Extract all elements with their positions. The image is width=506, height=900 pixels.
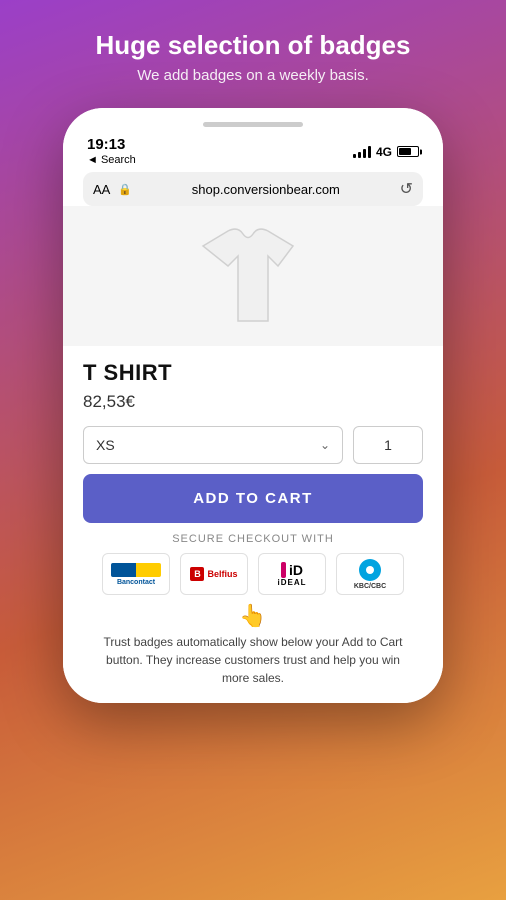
size-selector[interactable]: XS ⌄ bbox=[83, 426, 343, 464]
url-aa-label: AA bbox=[93, 182, 110, 197]
status-right: 4G bbox=[353, 145, 419, 159]
bancontact-logo: Bancontact bbox=[102, 553, 170, 595]
signal-bars-icon bbox=[353, 146, 371, 158]
status-bar: 19:13 ◄ Search 4G bbox=[83, 137, 423, 166]
lock-icon: 🔒 bbox=[118, 183, 132, 196]
ideal-d-letter: iD bbox=[289, 563, 303, 577]
network-type: 4G bbox=[376, 145, 392, 159]
kbc-circle-icon bbox=[359, 559, 381, 581]
belfius-logo: B Belfius bbox=[180, 553, 248, 595]
ideal-brand: iD iDEAL bbox=[278, 562, 307, 587]
header-title: Huge selection of badges bbox=[96, 30, 411, 61]
reload-icon[interactable]: ↺ bbox=[400, 179, 413, 199]
trust-emoji: 👆 bbox=[93, 603, 413, 629]
header-section: Huge selection of badges We add badges o… bbox=[76, 30, 431, 84]
belfius-b-letter: B bbox=[194, 569, 201, 579]
quantity-input[interactable]: 1 bbox=[353, 426, 423, 464]
ideal-top: iD bbox=[281, 562, 303, 578]
payment-logos: Bancontact B Belfius bbox=[83, 553, 423, 595]
belfius-brand: B Belfius bbox=[190, 567, 237, 581]
phone-bezel-top: 19:13 ◄ Search 4G AA 🔒 shop.conversio bbox=[63, 108, 443, 206]
kbc-logo: KBC/CBC bbox=[336, 553, 404, 595]
size-value: XS bbox=[96, 437, 115, 453]
ideal-stripe bbox=[281, 562, 286, 578]
bancontact-text: Bancontact bbox=[117, 579, 155, 586]
url-bar[interactable]: AA 🔒 shop.conversionbear.com ↺ bbox=[83, 172, 423, 206]
status-left: 19:13 ◄ Search bbox=[87, 137, 136, 166]
tshirt-image bbox=[193, 216, 313, 336]
url-text: shop.conversionbear.com bbox=[136, 182, 396, 197]
status-time: 19:13 bbox=[87, 137, 125, 152]
ideal-logo: iD iDEAL bbox=[258, 553, 326, 595]
battery-icon bbox=[397, 146, 419, 157]
options-row: XS ⌄ 1 bbox=[83, 426, 423, 464]
bancontact-brand: Bancontact bbox=[111, 563, 161, 586]
add-to-cart-button[interactable]: ADD TO CART bbox=[83, 474, 423, 523]
chevron-down-icon: ⌄ bbox=[320, 438, 330, 452]
kbc-text: KBC/CBC bbox=[354, 583, 386, 590]
ideal-text: iDEAL bbox=[278, 578, 307, 587]
belfius-square-icon: B bbox=[190, 567, 204, 581]
phone-frame: 19:13 ◄ Search 4G AA 🔒 shop.conversio bbox=[63, 108, 443, 703]
bancontact-stripe bbox=[111, 563, 161, 577]
secure-checkout-label: SECURE CHECKOUT WITH bbox=[83, 533, 423, 545]
phone-notch bbox=[203, 122, 303, 127]
secure-checkout-section: SECURE CHECKOUT WITH Bancontact B Be bbox=[83, 533, 423, 595]
quantity-value: 1 bbox=[384, 437, 392, 453]
product-price: 82,53€ bbox=[83, 392, 423, 412]
status-search: ◄ Search bbox=[87, 154, 136, 166]
trust-area: 👆 Trust badges automatically show below … bbox=[83, 603, 423, 687]
product-title: T SHIRT bbox=[83, 360, 423, 386]
belfius-text: Belfius bbox=[207, 569, 237, 579]
product-image-area bbox=[63, 206, 443, 346]
kbc-brand: KBC/CBC bbox=[354, 559, 386, 590]
header-subtitle: We add badges on a weekly basis. bbox=[96, 67, 411, 84]
product-content: T SHIRT 82,53€ XS ⌄ 1 ADD TO CART SECURE… bbox=[63, 206, 443, 703]
trust-text: Trust badges automatically show below yo… bbox=[103, 635, 402, 685]
